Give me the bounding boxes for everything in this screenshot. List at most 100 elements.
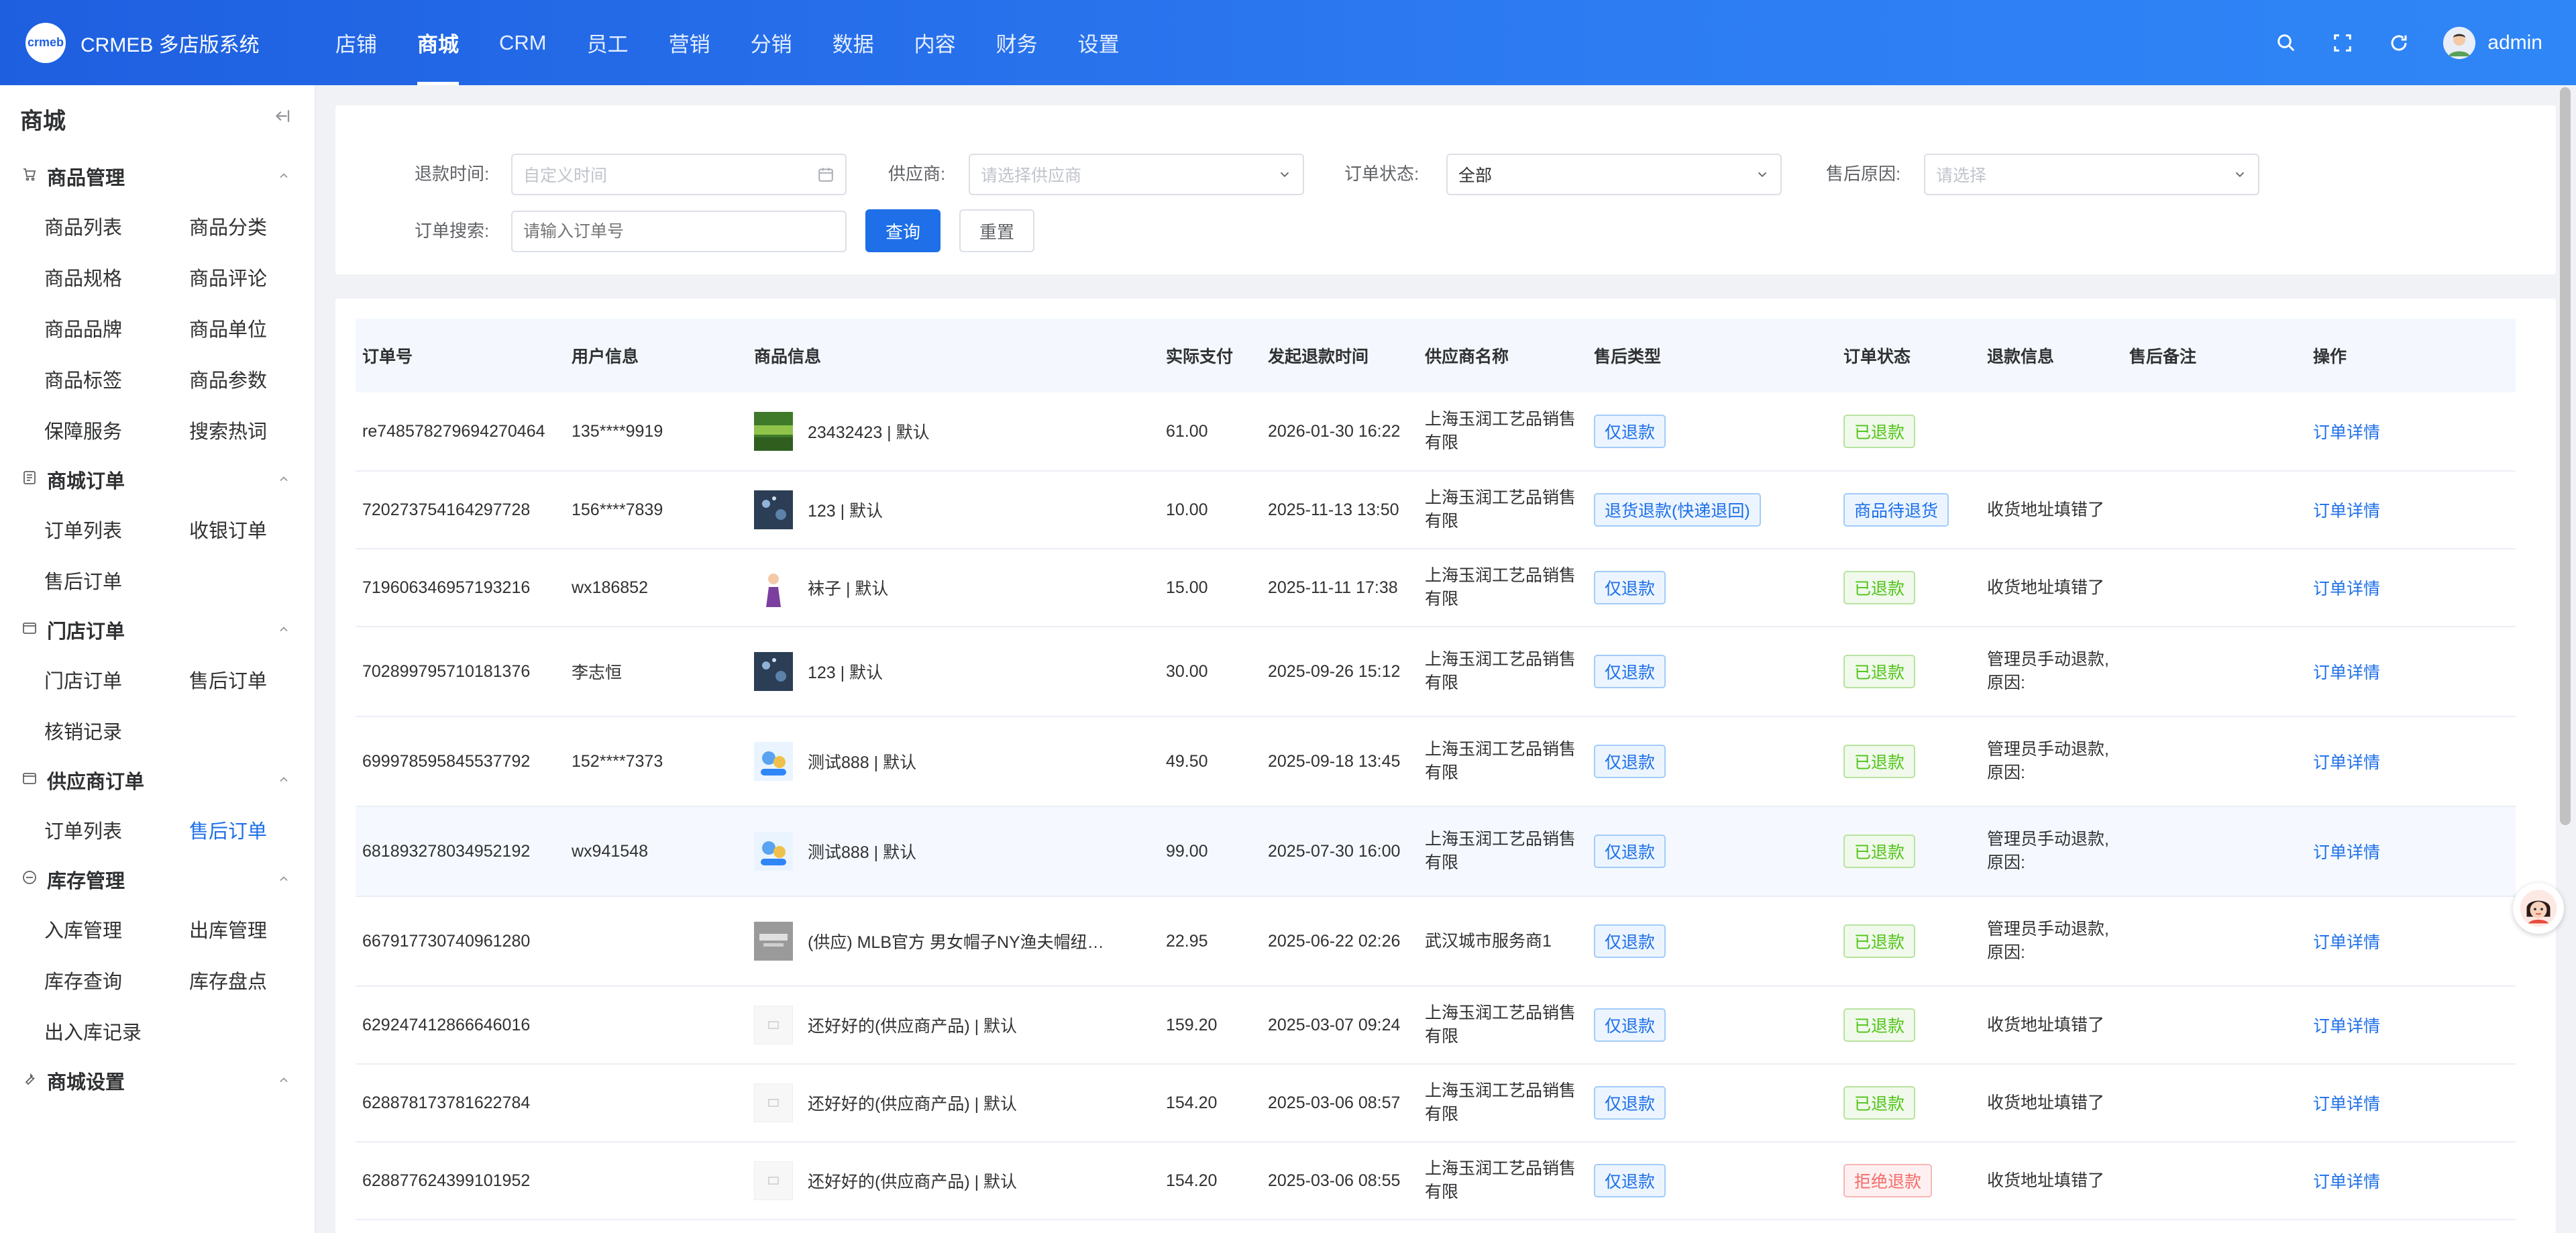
order-detail-link[interactable]: 订单详情 bbox=[2313, 1065, 2380, 1141]
table-header: 订单号 用户信息 商品信息 实际支付 发起退款时间 供应商名称 售后类型 订单状态 退款信息 售后… bbox=[356, 319, 2516, 392]
chevron-up-icon bbox=[277, 869, 290, 891]
chevron-up-icon bbox=[277, 1070, 290, 1092]
order-search-input[interactable] bbox=[511, 211, 847, 252]
refund-time: 2025-03-06 08:57 bbox=[1268, 1093, 1401, 1112]
chevron-down-icon bbox=[2235, 172, 2245, 178]
collapse-sidebar-icon[interactable] bbox=[272, 106, 292, 132]
sidebar-item[interactable]: 商品单位 bbox=[189, 303, 334, 354]
avatar bbox=[2443, 26, 2476, 59]
order-detail-link[interactable]: 订单详情 bbox=[2313, 392, 2380, 470]
product-name: 还好好的(供应商产品) | 默认 bbox=[808, 1173, 1018, 1191]
sidebar-group-header[interactable]: 门店订单 bbox=[0, 606, 315, 654]
search-icon[interactable] bbox=[2274, 31, 2298, 55]
refund-time-picker[interactable]: 自定义时间 bbox=[511, 154, 847, 195]
sidebar-group-header[interactable]: 库存管理 bbox=[0, 855, 315, 904]
sidebar-item[interactable]: 出入库记录 bbox=[44, 1006, 189, 1057]
page-scrollbar[interactable] bbox=[2560, 87, 2571, 825]
table-row: 681893278034952192 wx941548 测试888 | 默认 99.0… bbox=[356, 807, 2516, 897]
sidebar-item[interactable]: 售后订单 bbox=[189, 654, 334, 705]
logo[interactable]: crmeb CRMEB 多店版系统 bbox=[0, 22, 315, 63]
sidebar-group-label: 商品管理 bbox=[47, 168, 125, 189]
order-detail-link[interactable]: 订单详情 bbox=[2313, 549, 2380, 626]
nav-item[interactable]: 店铺 bbox=[315, 0, 397, 85]
supplier-select[interactable]: 请选择供应商 bbox=[969, 154, 1304, 195]
user-info: 156****7839 bbox=[572, 500, 663, 519]
order-detail-link[interactable]: 订单详情 bbox=[2313, 627, 2380, 716]
sidebar-item[interactable]: 核销记录 bbox=[44, 705, 189, 756]
sidebar-group-items: 入库管理 出库管理 库存查询 库存盘点 出入库记录 bbox=[0, 904, 315, 1057]
sidebar-groups: 商品管理 商品列表 商品分类 商品规格 商品评论 商品品牌 商品单位 商品标签 商品参数 保障服务… bbox=[0, 152, 315, 1105]
order-detail-link[interactable]: 订单详情 bbox=[2313, 1142, 2380, 1219]
supplier-name: 上海玉润工艺品销售有限 bbox=[1425, 650, 1576, 692]
sidebar-group-header[interactable]: 供应商订单 bbox=[0, 756, 315, 804]
sidebar-item[interactable]: 售后订单 bbox=[189, 804, 334, 855]
sidebar-item[interactable]: 商品分类 bbox=[189, 201, 334, 252]
user-info: 152****7373 bbox=[572, 751, 663, 771]
status-select[interactable]: 全部 bbox=[1446, 154, 1782, 195]
type-tag: 仅退款 bbox=[1594, 655, 1666, 688]
sidebar-item[interactable]: 门店订单 bbox=[44, 654, 189, 705]
sidebar-item[interactable]: 订单列表 bbox=[44, 804, 189, 855]
order-status: 已退款 bbox=[1843, 392, 1916, 470]
sidebar-item[interactable]: 商品标签 bbox=[44, 354, 189, 405]
sidebar-item[interactable]: 保障服务 bbox=[44, 405, 189, 455]
actual-payment: 159.20 bbox=[1166, 1015, 1218, 1034]
sidebar-group-header[interactable]: 商城设置 bbox=[0, 1057, 315, 1105]
fullscreen-icon[interactable] bbox=[2330, 31, 2355, 55]
sidebar-item[interactable]: 订单列表 bbox=[44, 504, 189, 555]
nav-item[interactable]: 内容 bbox=[894, 0, 976, 85]
order-detail-link[interactable]: 订单详情 bbox=[2313, 897, 2380, 985]
refresh-icon[interactable] bbox=[2387, 31, 2411, 55]
customer-service-icon[interactable] bbox=[2513, 883, 2564, 934]
sidebar-item[interactable]: 商品品牌 bbox=[44, 303, 189, 354]
nav-item[interactable]: 员工 bbox=[567, 0, 649, 85]
table-row: re748578279694270464 135****9919 23432423 … bbox=[356, 392, 2516, 472]
order-detail-link[interactable]: 订单详情 bbox=[2313, 807, 2380, 896]
sidebar-item[interactable]: 商品规格 bbox=[44, 252, 189, 303]
reset-button[interactable]: 重置 bbox=[959, 209, 1034, 252]
sidebar-group-header[interactable]: 商城订单 bbox=[0, 455, 315, 504]
sidebar-item[interactable]: 搜索热词 bbox=[189, 405, 334, 455]
query-button[interactable]: 查询 bbox=[865, 209, 941, 252]
nav-item[interactable]: 分销 bbox=[731, 0, 812, 85]
sidebar-group-label: 库存管理 bbox=[47, 871, 125, 892]
sidebar-item[interactable]: 收银订单 bbox=[189, 504, 334, 555]
order-detail-link[interactable]: 订单详情 bbox=[2313, 717, 2380, 806]
sidebar-item[interactable]: 出库管理 bbox=[189, 904, 334, 955]
status-badge: 已退款 bbox=[1843, 415, 1916, 448]
sidebar-item[interactable]: 库存查询 bbox=[44, 955, 189, 1006]
user-menu[interactable]: admin bbox=[2443, 26, 2542, 59]
top-bar: crmeb CRMEB 多店版系统 店铺 商城 CRM 员工 营销 分销 数据 内容 财务 设置 … bbox=[0, 0, 2576, 85]
order-status: 已退款 bbox=[1843, 717, 1916, 806]
refund-time: 2025-03-06 08:55 bbox=[1268, 1171, 1401, 1190]
sidebar-item[interactable]: 商品评论 bbox=[189, 252, 334, 303]
sidebar-group-header[interactable]: 商品管理 bbox=[0, 152, 315, 201]
order-detail-link[interactable]: 订单详情 bbox=[2313, 472, 2380, 548]
after-sale-type: 仅退款 bbox=[1594, 392, 1666, 470]
nav-item[interactable]: 商城 bbox=[397, 0, 479, 85]
nav-item[interactable]: 营销 bbox=[649, 0, 731, 85]
reason-select[interactable]: 请选择 bbox=[1924, 154, 2259, 195]
user-name: admin bbox=[2487, 31, 2542, 54]
order-detail-link[interactable]: 订单详情 bbox=[2313, 987, 2380, 1063]
refund-time: 2025-03-07 09:24 bbox=[1268, 1015, 1401, 1034]
after-sale-type: 仅退款 bbox=[1594, 627, 1666, 716]
sidebar-item[interactable]: 入库管理 bbox=[44, 904, 189, 955]
sidebar-group-label: 商城订单 bbox=[47, 471, 125, 492]
product-info: 23432423 | 默认 bbox=[754, 392, 1143, 470]
sidebar-item[interactable]: 商品列表 bbox=[44, 201, 189, 252]
nav-item[interactable]: 财务 bbox=[976, 0, 1058, 85]
sidebar: 商城 商品管理 商品列表 商品分类 商品规格 商品评论 商品品牌 商品单位 商品标签 商品参数保… bbox=[0, 85, 315, 1233]
nav-item[interactable]: CRM bbox=[479, 0, 567, 85]
sidebar-item[interactable]: 售后订单 bbox=[44, 555, 189, 606]
sidebar-group-items: 订单列表 收银订单 售后订单 bbox=[0, 504, 315, 606]
nav-item[interactable]: 数据 bbox=[812, 0, 894, 85]
refund-info: 管理员手动退款,原因: bbox=[1987, 830, 2109, 872]
sidebar-item[interactable]: 商品参数 bbox=[189, 354, 334, 405]
after-sale-type: 仅退款 bbox=[1594, 717, 1666, 806]
nav-item[interactable]: 设置 bbox=[1058, 0, 1140, 85]
sidebar-group-title: 商城设置 bbox=[21, 1067, 125, 1095]
table-row: 702899795710181376 李志恒 123 | 默认 30.00 2025-0… bbox=[356, 627, 2516, 717]
sidebar-item[interactable]: 库存盘点 bbox=[189, 955, 334, 1006]
refund-info: 收货地址填错了 bbox=[1987, 578, 2105, 597]
